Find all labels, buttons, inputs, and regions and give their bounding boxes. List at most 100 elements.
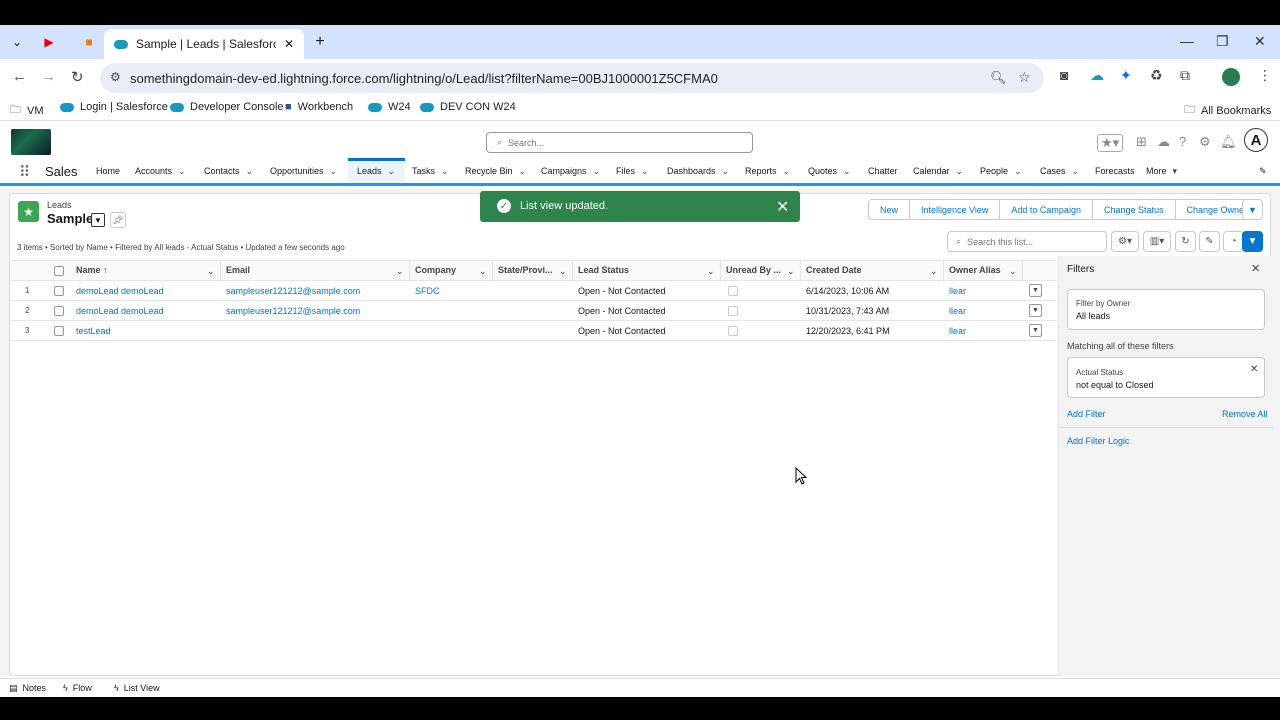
new-button[interactable]: New: [869, 200, 911, 219]
all-bookmarks[interactable]: 🗀 All Bookmarks: [1184, 101, 1271, 120]
display-as-table-icon[interactable]: ▥▾: [1143, 231, 1171, 252]
column-menu-chevron-icon[interactable]: ⌄: [396, 266, 404, 277]
youtube-tab-icon[interactable]: ▶: [40, 33, 58, 51]
bookmark-star-icon[interactable]: ☆: [1018, 69, 1031, 86]
salesforce-extension-icon[interactable]: ☁: [1090, 67, 1104, 84]
nav-item-chatter[interactable]: Chatter: [868, 166, 898, 176]
new-tab-icon[interactable]: +: [311, 33, 329, 51]
select-all-checkbox[interactable]: [54, 266, 64, 276]
camera-extension-icon[interactable]: ◙: [1060, 67, 1068, 83]
bookmark-dev-con-w24[interactable]: DEV CON W24: [420, 101, 516, 113]
column-header-company[interactable]: Company: [415, 265, 456, 275]
tab-search-icon[interactable]: ⌄: [8, 33, 26, 51]
nav-item-people[interactable]: People ⌄: [980, 166, 1022, 177]
column-header-state[interactable]: State/Provi...: [498, 265, 553, 275]
profile-avatar[interactable]: [1222, 68, 1240, 86]
utility-flow[interactable]: ϟ Flow: [63, 683, 92, 693]
lead-company[interactable]: SFDC: [415, 286, 440, 296]
filter-icon[interactable]: ▼: [1242, 231, 1263, 252]
nav-item-more[interactable]: More ▾: [1146, 166, 1177, 177]
nav-item-tasks[interactable]: Tasks ⌄: [412, 166, 449, 177]
row-checkbox[interactable]: [54, 306, 64, 316]
lead-name-link[interactable]: testLead: [76, 326, 111, 336]
intelligence-view-button[interactable]: Intelligence View: [910, 200, 1001, 219]
column-menu-chevron-icon[interactable]: ⌄: [1009, 266, 1017, 277]
reload-icon[interactable]: ↻: [71, 68, 84, 86]
global-actions-icon[interactable]: ⊞: [1136, 134, 1147, 150]
site-info-icon[interactable]: ⚙: [110, 70, 121, 84]
column-menu-chevron-icon[interactable]: ⌄: [559, 266, 567, 277]
lead-name-link[interactable]: demoLead demoLead: [76, 306, 164, 316]
row-actions-chevron-icon[interactable]: ▼: [1029, 284, 1042, 297]
add-filter-logic-link[interactable]: Add Filter Logic: [1067, 436, 1130, 446]
column-header-lead-status[interactable]: Lead Status: [578, 265, 629, 275]
nav-item-contacts[interactable]: Contacts ⌄: [204, 166, 253, 177]
user-avatar[interactable]: A: [1244, 128, 1268, 152]
column-menu-chevron-icon[interactable]: ⌄: [207, 266, 215, 277]
add-to-campaign-button[interactable]: Add to Campaign: [1000, 200, 1093, 219]
lead-email-link[interactable]: sampleuser121212@sample.com: [226, 286, 360, 296]
owner-alias-link[interactable]: llear: [949, 306, 966, 316]
bookmark-vm[interactable]: 🗀 VM: [10, 101, 44, 120]
nav-item-campaigns[interactable]: Campaigns ⌄: [541, 166, 600, 177]
row-checkbox[interactable]: [54, 326, 64, 336]
row-actions-chevron-icon[interactable]: ▼: [1029, 324, 1042, 337]
recycle-extension-icon[interactable]: ♻: [1150, 67, 1163, 84]
column-menu-chevron-icon[interactable]: ⌄: [479, 266, 487, 277]
butterfly-extension-icon[interactable]: ✦: [1120, 67, 1132, 84]
column-header-email[interactable]: Email: [226, 265, 250, 275]
inline-edit-pencil-icon[interactable]: ✎: [1199, 231, 1220, 252]
global-search-input[interactable]: ⌕ Search...: [486, 132, 753, 153]
notifications-bell-icon[interactable]: 🔔︎: [1220, 134, 1237, 150]
active-tab[interactable]: Sample | Leads | Salesforce ✕: [104, 29, 304, 59]
column-header-owner-alias[interactable]: Owner Alias: [949, 265, 1001, 275]
column-header-unread[interactable]: Unread By ...: [726, 265, 781, 275]
lead-name-link[interactable]: demoLead demoLead: [76, 286, 164, 296]
nav-item-calendar[interactable]: Calendar ⌄: [913, 166, 963, 177]
filter-actual-status[interactable]: Actual Status not equal to Closed ✕: [1067, 357, 1265, 398]
row-checkbox[interactable]: [54, 286, 64, 296]
bookmark-login[interactable]: Login | Salesforce: [60, 101, 168, 113]
favorites-star-icon[interactable]: ★▾: [1097, 134, 1124, 152]
row-actions-chevron-icon[interactable]: ▼: [1029, 304, 1042, 317]
refresh-icon[interactable]: ↻: [1175, 231, 1196, 252]
blogger-tab-icon[interactable]: ■: [80, 33, 98, 51]
nav-item-quotes[interactable]: Quotes ⌄: [808, 166, 851, 177]
remove-filter-icon[interactable]: ✕: [1250, 364, 1258, 375]
nav-item-opportunities[interactable]: Opportunities ⌄: [270, 166, 337, 177]
forward-icon[interactable]: →: [41, 68, 56, 85]
lead-email-link[interactable]: sampleuser121212@sample.com: [226, 306, 360, 316]
column-header-created-date[interactable]: Created Date: [806, 265, 862, 275]
app-launcher-icon[interactable]: ⠿: [19, 163, 30, 181]
nav-item-leads[interactable]: Leads ⌄: [357, 166, 395, 177]
remove-all-link[interactable]: Remove All: [1222, 409, 1268, 419]
setup-gear-icon[interactable]: ⚙: [1199, 134, 1211, 150]
nav-item-reports[interactable]: Reports ⌄: [745, 166, 790, 177]
column-menu-chevron-icon[interactable]: ⌄: [707, 266, 715, 277]
extensions-icon[interactable]: ⧉: [1180, 67, 1190, 84]
minimize-icon[interactable]: —: [1180, 33, 1194, 49]
browser-menu-icon[interactable]: ⋮: [1258, 67, 1272, 84]
list-view-picker-chevron-icon[interactable]: ▼: [91, 213, 105, 227]
filter-by-owner[interactable]: Filter by Owner All leads: [1067, 289, 1265, 330]
toast-close-icon[interactable]: ✕: [776, 197, 789, 217]
maximize-icon[interactable]: ❐: [1216, 33, 1229, 50]
back-icon[interactable]: ←: [12, 68, 27, 85]
tab-close-icon[interactable]: ✕: [284, 37, 294, 51]
more-actions-chevron-icon[interactable]: ▼: [1242, 199, 1263, 220]
add-filter-link[interactable]: Add Filter: [1067, 409, 1106, 419]
bookmark-developer-console[interactable]: Developer Console: [170, 101, 284, 113]
nav-item-dashboards[interactable]: Dashboards ⌄: [667, 166, 729, 177]
change-status-button[interactable]: Change Status: [1092, 200, 1176, 219]
pin-icon[interactable]: 📌︎: [110, 212, 126, 228]
nav-item-cases[interactable]: Cases ⌄: [1040, 166, 1079, 177]
column-header-name[interactable]: Name ↑: [76, 265, 108, 275]
owner-alias-link[interactable]: llear: [949, 286, 966, 296]
address-bar[interactable]: ⚙ somethingdomain-dev-ed.lightning.force…: [100, 63, 1044, 93]
list-settings-gear-icon[interactable]: ⚙▾: [1111, 231, 1139, 252]
list-view-name[interactable]: Sample: [47, 211, 93, 226]
org-logo[interactable]: [11, 129, 51, 155]
column-menu-chevron-icon[interactable]: ⌄: [787, 266, 795, 277]
trailhead-icon[interactable]: ☁: [1157, 134, 1170, 150]
nav-item-home[interactable]: Home: [96, 166, 120, 176]
